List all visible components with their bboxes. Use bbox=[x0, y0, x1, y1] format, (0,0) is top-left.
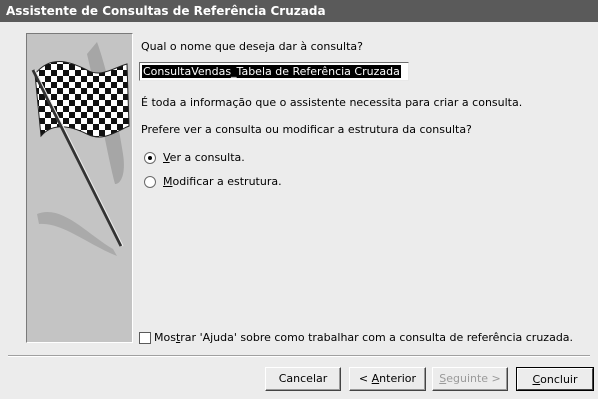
finish-button[interactable]: Concluir bbox=[516, 367, 594, 391]
wizard-image-panel bbox=[26, 33, 133, 343]
dialog-title: Assistente de Consultas de Referência Cr… bbox=[0, 0, 598, 22]
radio-modify-structure-label: Modificar a estrutura. bbox=[163, 175, 282, 188]
radio-selected-icon[interactable] bbox=[144, 151, 156, 164]
checkered-flag-illustration bbox=[31, 42, 130, 256]
query-name-value: ConsultaVendas_Tabela de Referência Cruz… bbox=[142, 65, 401, 78]
cancel-button[interactable]: Cancelar bbox=[265, 367, 341, 391]
back-button[interactable]: < Anterior bbox=[349, 367, 426, 391]
radio-unselected-icon[interactable] bbox=[144, 175, 156, 188]
query-name-input[interactable]: ConsultaVendas_Tabela de Referência Cruz… bbox=[139, 62, 409, 81]
wizard-dialog: Assistente de Consultas de Referência Cr… bbox=[0, 0, 598, 399]
radio-view-query-label: Ver a consulta. bbox=[163, 151, 245, 164]
checkbox-icon[interactable] bbox=[139, 331, 151, 344]
next-button[interactable]: Seguinte > bbox=[432, 367, 508, 391]
choice-question: Prefere ver a consulta ou modificar a es… bbox=[141, 123, 472, 136]
query-name-label: Qual o nome que deseja dar à consulta? bbox=[141, 40, 363, 53]
radio-modify-structure[interactable]: Modificar a estrutura. bbox=[144, 175, 282, 188]
radio-view-query[interactable]: Ver a consulta. bbox=[144, 151, 245, 164]
help-checkbox-label: Mostrar 'Ajuda' sobre como trabalhar com… bbox=[154, 331, 574, 344]
button-divider bbox=[8, 355, 590, 357]
info-text: É toda a informação que o assistente nec… bbox=[141, 96, 523, 109]
help-checkbox[interactable]: Mostrar 'Ajuda' sobre como trabalhar com… bbox=[139, 331, 573, 344]
